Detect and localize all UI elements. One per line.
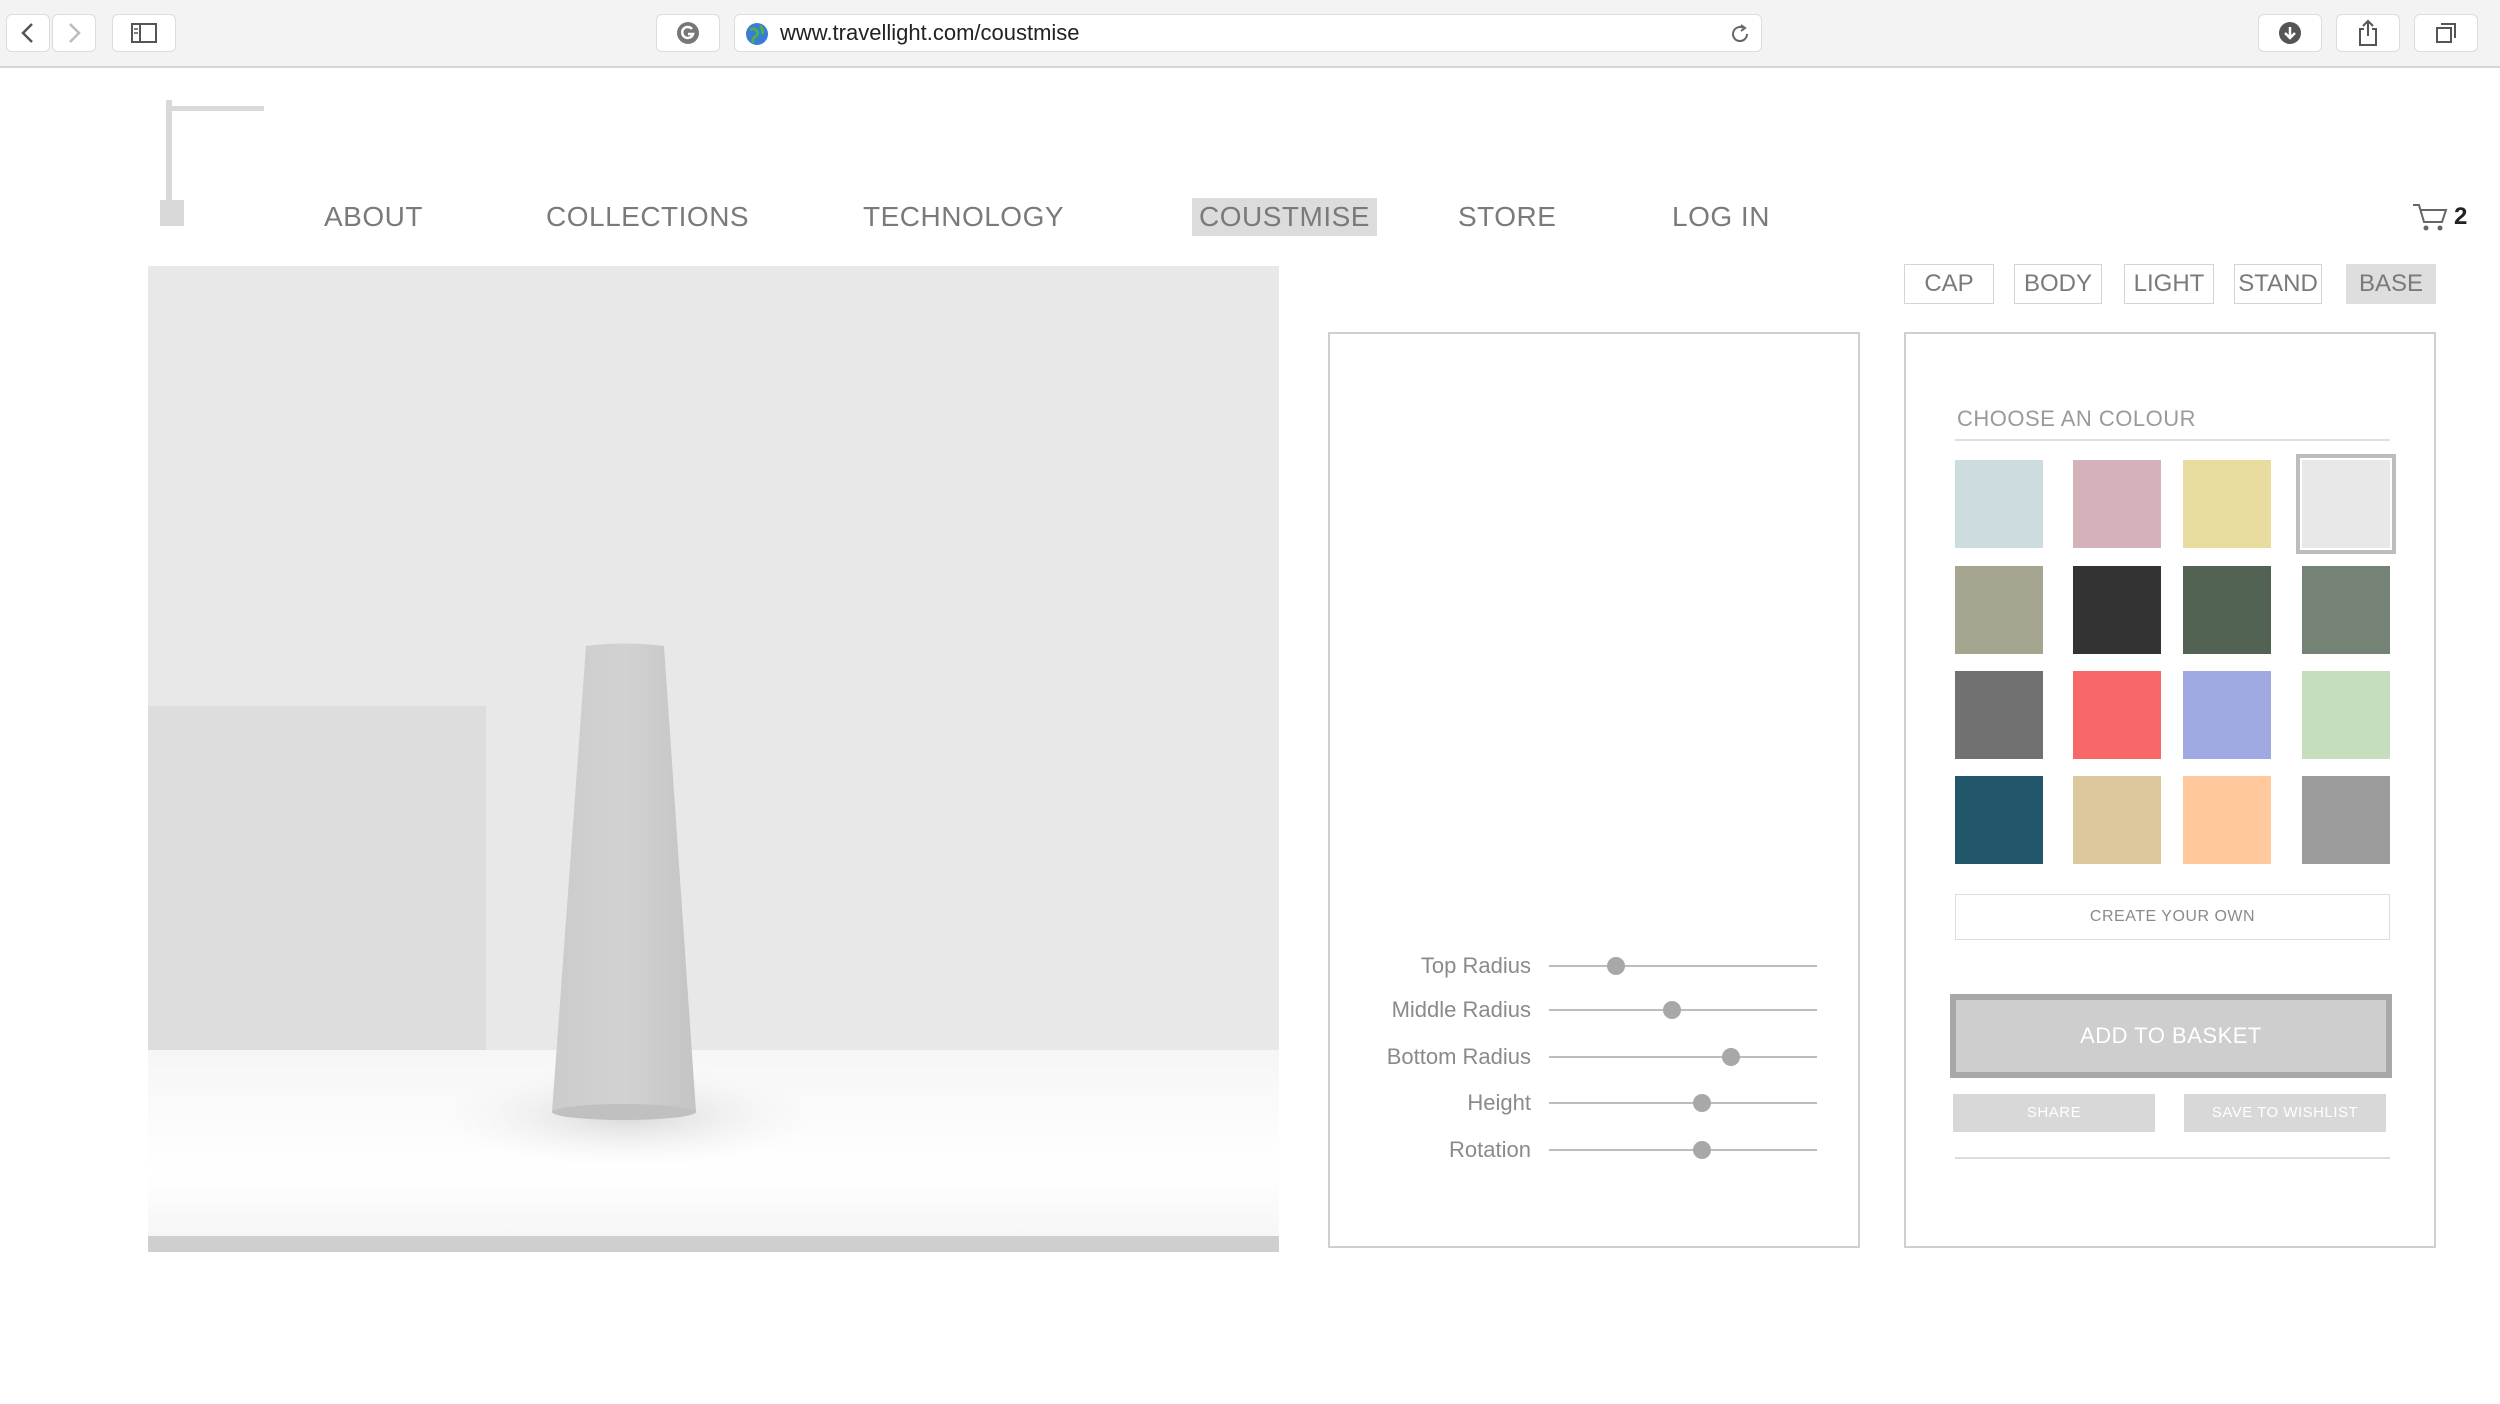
tab-stand[interactable]: STAND: [2234, 264, 2322, 304]
colour-swatch[interactable]: [2183, 566, 2271, 654]
colour-swatch[interactable]: [2073, 776, 2161, 864]
extension-button[interactable]: [656, 14, 720, 52]
chevron-right-icon: [69, 23, 81, 43]
logo-arm: [166, 106, 264, 111]
colour-swatch[interactable]: [2302, 776, 2390, 864]
colour-swatch[interactable]: [1955, 671, 2043, 759]
slider-track[interactable]: [1549, 965, 1817, 967]
sidebar-toggle-button[interactable]: [112, 14, 176, 52]
sidebar-icon: [131, 23, 157, 43]
colour-swatch[interactable]: [2302, 566, 2390, 654]
slider-thumb[interactable]: [1607, 957, 1625, 975]
cart-button[interactable]: 2: [2412, 202, 2467, 232]
preview-scrollbar[interactable]: [148, 1236, 1279, 1252]
tabs-icon: [2436, 23, 2456, 43]
logo-stem: [166, 100, 172, 210]
colour-swatch[interactable]: [2296, 454, 2396, 554]
slider-track[interactable]: [1549, 1102, 1817, 1104]
slider-track[interactable]: [1549, 1149, 1817, 1151]
slider-track[interactable]: [1549, 1056, 1817, 1058]
product-preview[interactable]: [148, 266, 1279, 1252]
share-icon: [2359, 19, 2377, 46]
downloads-button[interactable]: [2258, 14, 2322, 52]
forward-button[interactable]: [52, 14, 96, 52]
slider-label: Top Radius: [1420, 953, 1531, 978]
colour-swatch[interactable]: [2073, 566, 2161, 654]
share-browser-button[interactable]: [2336, 14, 2400, 52]
download-icon: [2279, 22, 2301, 44]
reload-icon[interactable]: [1729, 23, 1751, 45]
colour-swatch[interactable]: [2073, 460, 2161, 548]
globe-icon: [746, 23, 768, 45]
colour-swatch[interactable]: [1955, 566, 2043, 654]
colour-swatch[interactable]: [2073, 671, 2161, 759]
slider-label: Bottom Radius: [1386, 1044, 1531, 1069]
tab-cap[interactable]: CAP: [1904, 264, 1994, 304]
add-to-basket-button[interactable]: ADD TO BASKET: [1950, 994, 2392, 1078]
slider-thumb[interactable]: [1692, 1094, 1711, 1112]
browser-toolbar: www.travellight.com/coustmise: [0, 0, 2500, 68]
slider-track[interactable]: [1549, 1009, 1817, 1011]
logo-base: [160, 200, 184, 226]
cart-icon: [2413, 204, 2448, 231]
chevron-left-icon: [21, 23, 33, 43]
nav-collections[interactable]: COLLECTIONS: [546, 198, 749, 236]
colour-heading: CHOOSE AN COLOUR: [1957, 406, 2197, 431]
url-text: www.travellight.com/coustmise: [780, 20, 1080, 45]
create-your-own-button[interactable]: CREATE YOUR OWN: [1955, 894, 2390, 940]
actions-divider: [1955, 1157, 2390, 1159]
back-button[interactable]: [6, 14, 50, 52]
colour-swatch[interactable]: [2183, 776, 2271, 864]
colour-swatch[interactable]: [2302, 671, 2390, 759]
tab-light[interactable]: LIGHT: [2124, 264, 2214, 304]
slider-thumb[interactable]: [1692, 1141, 1711, 1159]
nav-coustmise[interactable]: COUSTMISE: [1192, 198, 1377, 236]
lamp-base-model: [438, 643, 818, 1166]
tabs-button[interactable]: [2414, 14, 2478, 52]
colour-swatch[interactable]: [2183, 671, 2271, 759]
slider-label: Rotation: [1449, 1137, 1531, 1162]
tab-base[interactable]: BASE: [2346, 264, 2436, 304]
colour-swatch[interactable]: [1955, 776, 2043, 864]
colour-heading-divider: [1955, 439, 2390, 441]
colour-swatch[interactable]: [1955, 460, 2043, 548]
nav-log-in[interactable]: LOG IN: [1672, 198, 1770, 236]
nav-store[interactable]: STORE: [1458, 198, 1556, 236]
share-button[interactable]: SHARE: [1953, 1094, 2155, 1132]
tab-body[interactable]: BODY: [2014, 264, 2102, 304]
colour-swatch[interactable]: [2183, 460, 2271, 548]
slider-label: Middle Radius: [1391, 997, 1531, 1022]
save-to-wishlist-button[interactable]: SAVE TO WISHLIST: [2184, 1094, 2386, 1132]
nav-technology[interactable]: TECHNOLOGY: [863, 198, 1064, 236]
slider-label: Height: [1467, 1090, 1531, 1115]
cart-count: 2: [2454, 203, 2468, 230]
nav-about[interactable]: ABOUT: [324, 198, 423, 236]
grammarly-icon: [677, 22, 699, 44]
